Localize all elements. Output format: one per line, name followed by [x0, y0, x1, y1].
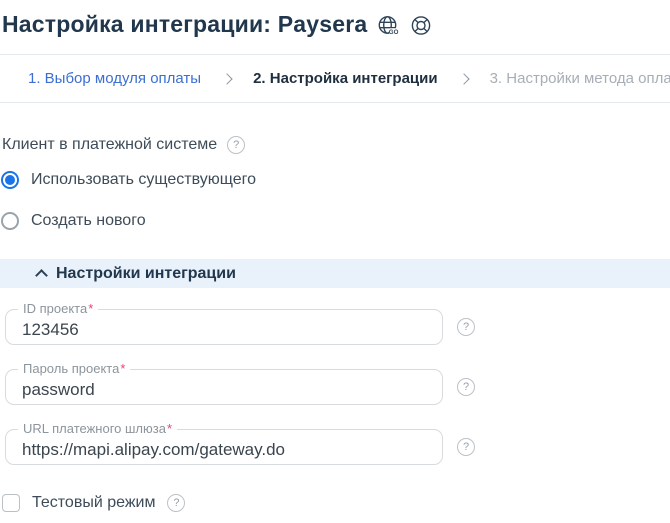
project-password-field-block: Пароль проекта* ?	[5, 369, 443, 405]
project-password-input[interactable]	[6, 370, 442, 404]
page-header: Настройка интеграции: Paysera GO	[0, 0, 670, 40]
radio-use-existing-label: Использовать существующего	[31, 171, 256, 189]
integration-settings-section-title: Настройки интеграции	[56, 265, 236, 283]
help-icon[interactable]: ?	[457, 378, 475, 396]
help-icon[interactable]: ?	[457, 438, 475, 456]
test-mode-label: Тестовый режим	[32, 494, 155, 512]
radio-create-new[interactable]: Создать нового	[1, 212, 670, 230]
checkbox-unchecked-icon[interactable]	[2, 494, 20, 512]
radio-selected-icon[interactable]	[1, 171, 19, 189]
integration-settings-section-header[interactable]: Настройки интеграции	[0, 259, 670, 288]
project-id-field-block: ID проекта* ?	[5, 309, 443, 345]
radio-create-new-label: Создать нового	[31, 212, 146, 230]
test-mode-row[interactable]: Тестовый режим ?	[2, 494, 670, 512]
step-3-payment-method-settings: 3. Настройки метода оплаты	[490, 70, 670, 87]
client-section-label: Клиент в платежной системе	[2, 136, 217, 154]
step-1-choose-module[interactable]: 1. Выбор модуля оплаты	[28, 70, 201, 87]
gateway-url-field-block: URL платежного шлюза* ?	[5, 429, 443, 465]
step-2-integration-setup: 2. Настройка интеграции	[253, 70, 438, 87]
lifebuoy-icon[interactable]	[409, 14, 433, 38]
help-icon[interactable]: ?	[457, 318, 475, 336]
help-icon[interactable]: ?	[167, 494, 185, 512]
globe-go-icon[interactable]: GO	[376, 14, 400, 38]
radio-use-existing[interactable]: Использовать существующего	[1, 171, 670, 189]
chevron-right-icon	[221, 73, 232, 84]
chevron-up-icon	[35, 269, 48, 282]
page-title: Настройка интеграции: Paysera	[2, 11, 367, 38]
radio-unselected-icon[interactable]	[1, 212, 19, 230]
help-icon[interactable]: ?	[227, 136, 245, 154]
svg-text:GO: GO	[389, 28, 399, 35]
project-id-input[interactable]	[6, 310, 442, 344]
breadcrumb-stepper: 1. Выбор модуля оплаты 2. Настройка инте…	[0, 54, 670, 103]
chevron-right-icon	[458, 73, 469, 84]
integration-settings-page: Настройка интеграции: Paysera GO 1. Выбо…	[0, 0, 670, 523]
gateway-url-input[interactable]	[6, 430, 442, 464]
client-section-label-row: Клиент в платежной системе ?	[2, 136, 670, 154]
